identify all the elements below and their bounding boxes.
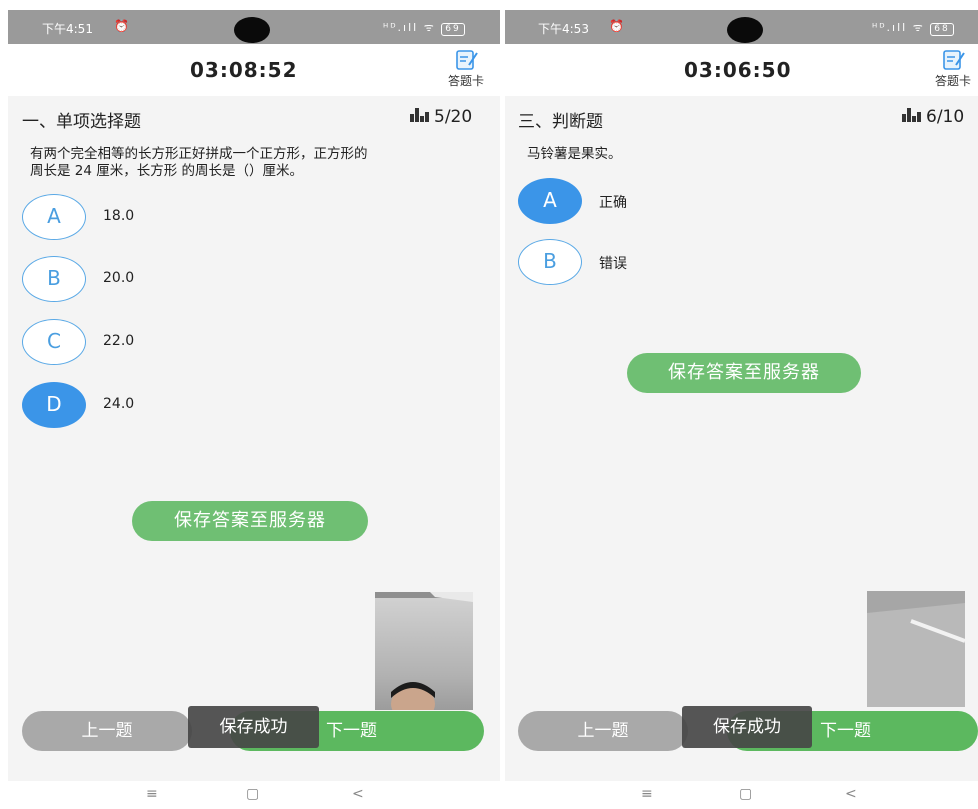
question-progress: 6/10 bbox=[902, 107, 964, 127]
answer-card-label: 答题卡 bbox=[447, 74, 484, 88]
option-text: 24.0 bbox=[103, 396, 135, 412]
section-title: 一、单项选择题 bbox=[22, 112, 141, 132]
status-time: 下午4:51 bbox=[42, 22, 93, 36]
progress-text: 6/10 bbox=[926, 107, 965, 127]
question-line: 马铃薯是果实。 bbox=[527, 146, 622, 162]
progress-bars-icon bbox=[410, 108, 429, 122]
option-letter: A bbox=[22, 194, 86, 240]
option-text: 20.0 bbox=[103, 270, 135, 286]
status-bar: 下午4:53 ⏰ ᴴᴰ.ıll ᯤ 68 bbox=[505, 10, 978, 44]
question-line: 周长是 24 厘米，长方形 的周长是（）厘米。 bbox=[30, 163, 304, 179]
menu-icon[interactable]: ≡ bbox=[641, 786, 653, 802]
option-text: 18.0 bbox=[103, 208, 135, 224]
save-success-toast: 保存成功 bbox=[682, 706, 812, 748]
option-letter: C bbox=[22, 319, 86, 365]
battery-icon: 68 bbox=[930, 23, 954, 36]
answer-card-button[interactable]: 答题卡 bbox=[436, 49, 496, 89]
camera-preview-image bbox=[867, 591, 965, 707]
option-a[interactable]: A 18.0 bbox=[22, 194, 322, 242]
exam-header: 03:08:52 答题卡 bbox=[8, 44, 500, 96]
option-a[interactable]: A 正确 bbox=[518, 178, 798, 226]
question-progress: 5/20 bbox=[410, 107, 472, 127]
camera-preview-image bbox=[375, 592, 473, 710]
option-text: 正确 bbox=[599, 195, 627, 211]
alarm-icon: ⏰ bbox=[114, 19, 129, 33]
option-letter: D bbox=[22, 382, 86, 428]
answer-card-icon bbox=[943, 50, 965, 70]
signal-wifi-icon: ᴴᴰ.ıll ᯤ 68 bbox=[872, 20, 954, 36]
exam-header: 03:06:50 答题卡 bbox=[505, 44, 978, 96]
option-b[interactable]: B 20.0 bbox=[22, 256, 322, 304]
left-phone-screen: 下午4:51 ⏰ ᴴᴰ.ıll ᯤ 69 03:08:52 答题卡 一、单项选择… bbox=[8, 10, 500, 809]
prev-question-button[interactable]: 上一题 bbox=[518, 711, 688, 751]
question-text: 马铃薯是果实。 bbox=[527, 146, 967, 163]
option-c[interactable]: C 22.0 bbox=[22, 319, 322, 367]
progress-bars-icon bbox=[902, 108, 921, 122]
option-b[interactable]: B 错误 bbox=[518, 239, 798, 287]
signal-wifi-icon: ᴴᴰ.ıll ᯤ 69 bbox=[383, 20, 465, 36]
front-camera-cutout bbox=[234, 17, 270, 43]
save-to-server-button[interactable]: 保存答案至服务器 bbox=[132, 501, 368, 541]
answer-card-label: 答题卡 bbox=[934, 74, 971, 88]
camera-preview bbox=[867, 591, 965, 707]
countdown-timer: 03:06:50 bbox=[684, 58, 792, 82]
home-icon[interactable]: ▢ bbox=[739, 786, 752, 802]
question-text: 有两个完全相等的长方形正好拼成一个正方形，正方形的 周长是 24 厘米，长方形 … bbox=[30, 146, 490, 180]
save-success-toast: 保存成功 bbox=[188, 706, 319, 748]
countdown-timer: 03:08:52 bbox=[190, 58, 298, 82]
answer-card-icon bbox=[456, 50, 478, 70]
section-title: 三、判断题 bbox=[518, 112, 603, 132]
progress-text: 5/20 bbox=[434, 107, 473, 127]
option-d[interactable]: D 24.0 bbox=[22, 382, 322, 430]
home-icon[interactable]: ▢ bbox=[246, 786, 259, 802]
alarm-icon: ⏰ bbox=[609, 19, 624, 33]
option-text: 22.0 bbox=[103, 333, 135, 349]
save-to-server-button[interactable]: 保存答案至服务器 bbox=[627, 353, 861, 393]
back-icon[interactable]: < bbox=[352, 786, 364, 802]
answer-card-button[interactable]: 答题卡 bbox=[923, 49, 978, 89]
option-letter: A bbox=[518, 178, 582, 224]
status-bar: 下午4:51 ⏰ ᴴᴰ.ıll ᯤ 69 bbox=[8, 10, 500, 44]
option-letter: B bbox=[518, 239, 582, 285]
right-phone-screen: 下午4:53 ⏰ ᴴᴰ.ıll ᯤ 68 03:06:50 答题卡 三、判断题 … bbox=[505, 10, 978, 809]
status-time: 下午4:53 bbox=[538, 22, 589, 36]
prev-question-button[interactable]: 上一题 bbox=[22, 711, 192, 751]
battery-icon: 69 bbox=[441, 23, 465, 36]
option-letter: B bbox=[22, 256, 86, 302]
system-navbar: ≡ ▢ < bbox=[505, 781, 978, 809]
option-text: 错误 bbox=[599, 256, 627, 272]
camera-preview bbox=[375, 592, 473, 710]
system-navbar: ≡ ▢ < bbox=[8, 781, 500, 809]
question-line: 有两个完全相等的长方形正好拼成一个正方形，正方形的 bbox=[30, 146, 368, 162]
back-icon[interactable]: < bbox=[845, 786, 857, 802]
menu-icon[interactable]: ≡ bbox=[146, 786, 158, 802]
front-camera-cutout bbox=[727, 17, 763, 43]
